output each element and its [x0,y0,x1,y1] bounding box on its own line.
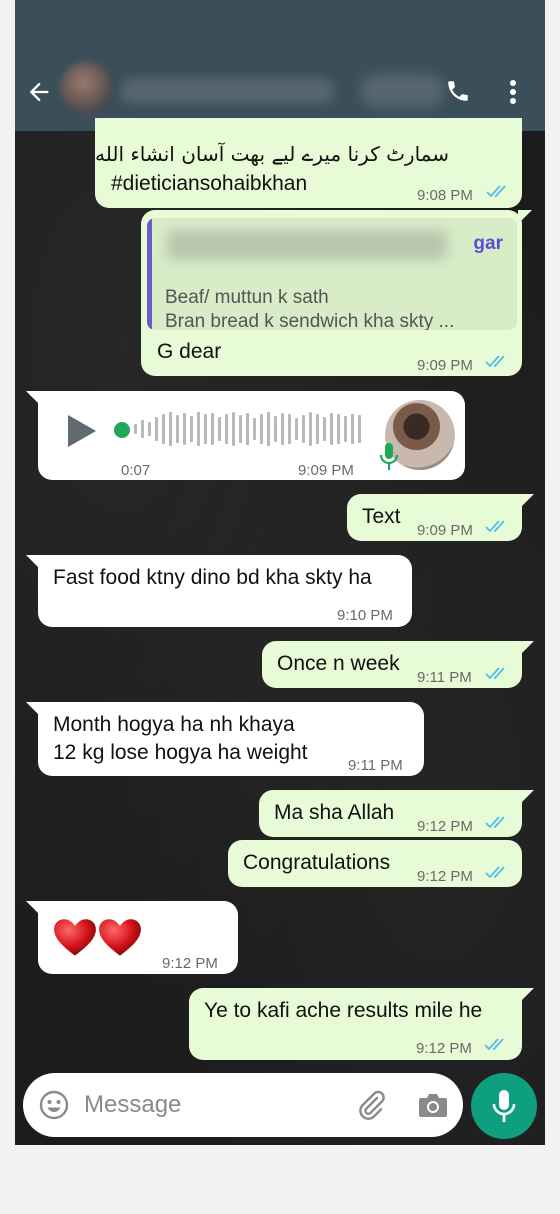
emoji-icon[interactable] [39,1090,69,1120]
quoted-message[interactable]: gar Beaf/ muttun k sath Bran bread k sen… [147,218,517,330]
contact-name-redacted[interactable] [120,78,335,104]
message-time: 9:11 PM [417,669,472,686]
message-text: G dear [157,340,222,363]
play-icon[interactable] [66,413,98,449]
chat-header [15,0,545,131]
back-arrow-icon[interactable] [25,78,53,106]
message-time: 9:12 PM [416,1040,472,1057]
chat-screen: سمارٹ کرنا میرے لیے بهت آسان انشاء الله … [15,0,545,1145]
message-incoming[interactable]: Month hogya ha nh khaya 12 kg lose hogya… [26,702,424,776]
attach-icon[interactable] [355,1089,387,1121]
double-check-icon [486,185,506,198]
mic-send-icon [492,1090,516,1122]
message-text: Once n week [277,652,400,675]
message-text: 12 kg lose hogya ha weight [53,741,308,764]
message-outgoing[interactable]: Ma sha Allah 9:12 PM [259,790,534,837]
message-text: Month hogya ha nh khaya [53,713,295,736]
message-text: Fast food ktny dino bd kha skty ha [53,566,372,589]
double-check-icon [484,1038,504,1051]
message-incoming[interactable]: Fast food ktny dino bd kha skty ha 9:10 … [26,555,412,627]
message-outgoing[interactable]: سمارٹ کرنا میرے لیے بهت آسان انشاء الله … [95,118,522,208]
bubble-tail [520,494,534,508]
message-text: Ye to kafi ache results mile he [204,999,483,1022]
message-outgoing-reply[interactable]: gar Beaf/ muttun k sath Bran bread k sen… [141,210,532,376]
bubble-tail [26,901,40,915]
message-time: 9:11 PM [348,757,403,774]
message-time: 9:10 PM [337,607,393,624]
message-time: 9:12 PM [162,955,218,972]
double-check-icon [485,520,505,533]
double-check-icon [485,816,505,829]
message-input[interactable]: Message [84,1091,181,1119]
bubble-tail [26,702,40,716]
quote-accent-bar [147,218,152,330]
red-heart-icon [99,919,141,956]
message-text: #dieticiansohaibkhan [111,172,308,195]
quote-author-name: gar [473,233,503,254]
message-time: 9:12 PM [417,818,473,835]
bubble-tail [520,988,534,1002]
contact-avatar[interactable] [60,62,112,114]
message-time: 9:08 PM [417,187,473,204]
camera-icon[interactable] [418,1091,448,1119]
message-text: Text [362,505,401,528]
message-time: 9:09 PM [417,357,473,374]
message-time: 9:12 PM [417,868,473,885]
message-input-bar[interactable]: Message [23,1073,463,1137]
voice-waveform[interactable] [134,411,361,447]
red-heart-icon [54,919,96,956]
bubble-tail [520,641,534,655]
quote-author-redacted [167,230,447,260]
message-outgoing[interactable]: Once n week 9:11 PM [262,641,534,688]
message-time: 9:09 PM [417,522,473,539]
double-check-icon [485,355,505,368]
bubble-tail [518,210,532,224]
message-text: Congratulations [243,851,391,874]
double-check-icon [485,667,505,680]
voice-message[interactable]: 0:07 9:09 PM [26,391,465,480]
call-icon[interactable] [445,78,471,104]
bubble-tail [520,790,534,804]
mic-icon [379,443,399,470]
double-check-icon [485,866,505,879]
message-outgoing[interactable]: Text 9:09 PM [347,494,534,541]
voice-duration: 0:07 [121,462,151,479]
bubble-tail [26,391,40,405]
message-incoming[interactable]: 9:12 PM [26,901,238,974]
message-text: سمارٹ کرنا میرے لیے بهت آسان انشاء الله [95,142,449,166]
message-time: 9:09 PM [298,462,354,479]
voice-record-button[interactable] [471,1073,537,1139]
message-outgoing[interactable]: Congratulations 9:12 PM [228,840,522,887]
message-outgoing[interactable]: Ye to kafi ache results mile he 9:12 PM [189,988,534,1060]
playback-scrubber[interactable] [114,422,130,438]
more-vert-icon[interactable] [503,78,523,106]
header-action-redacted[interactable] [360,74,444,108]
bubble-tail [26,555,40,569]
message-text: Ma sha Allah [274,801,395,824]
quote-text: Bran bread k sendwich kha skty ... [165,311,455,330]
